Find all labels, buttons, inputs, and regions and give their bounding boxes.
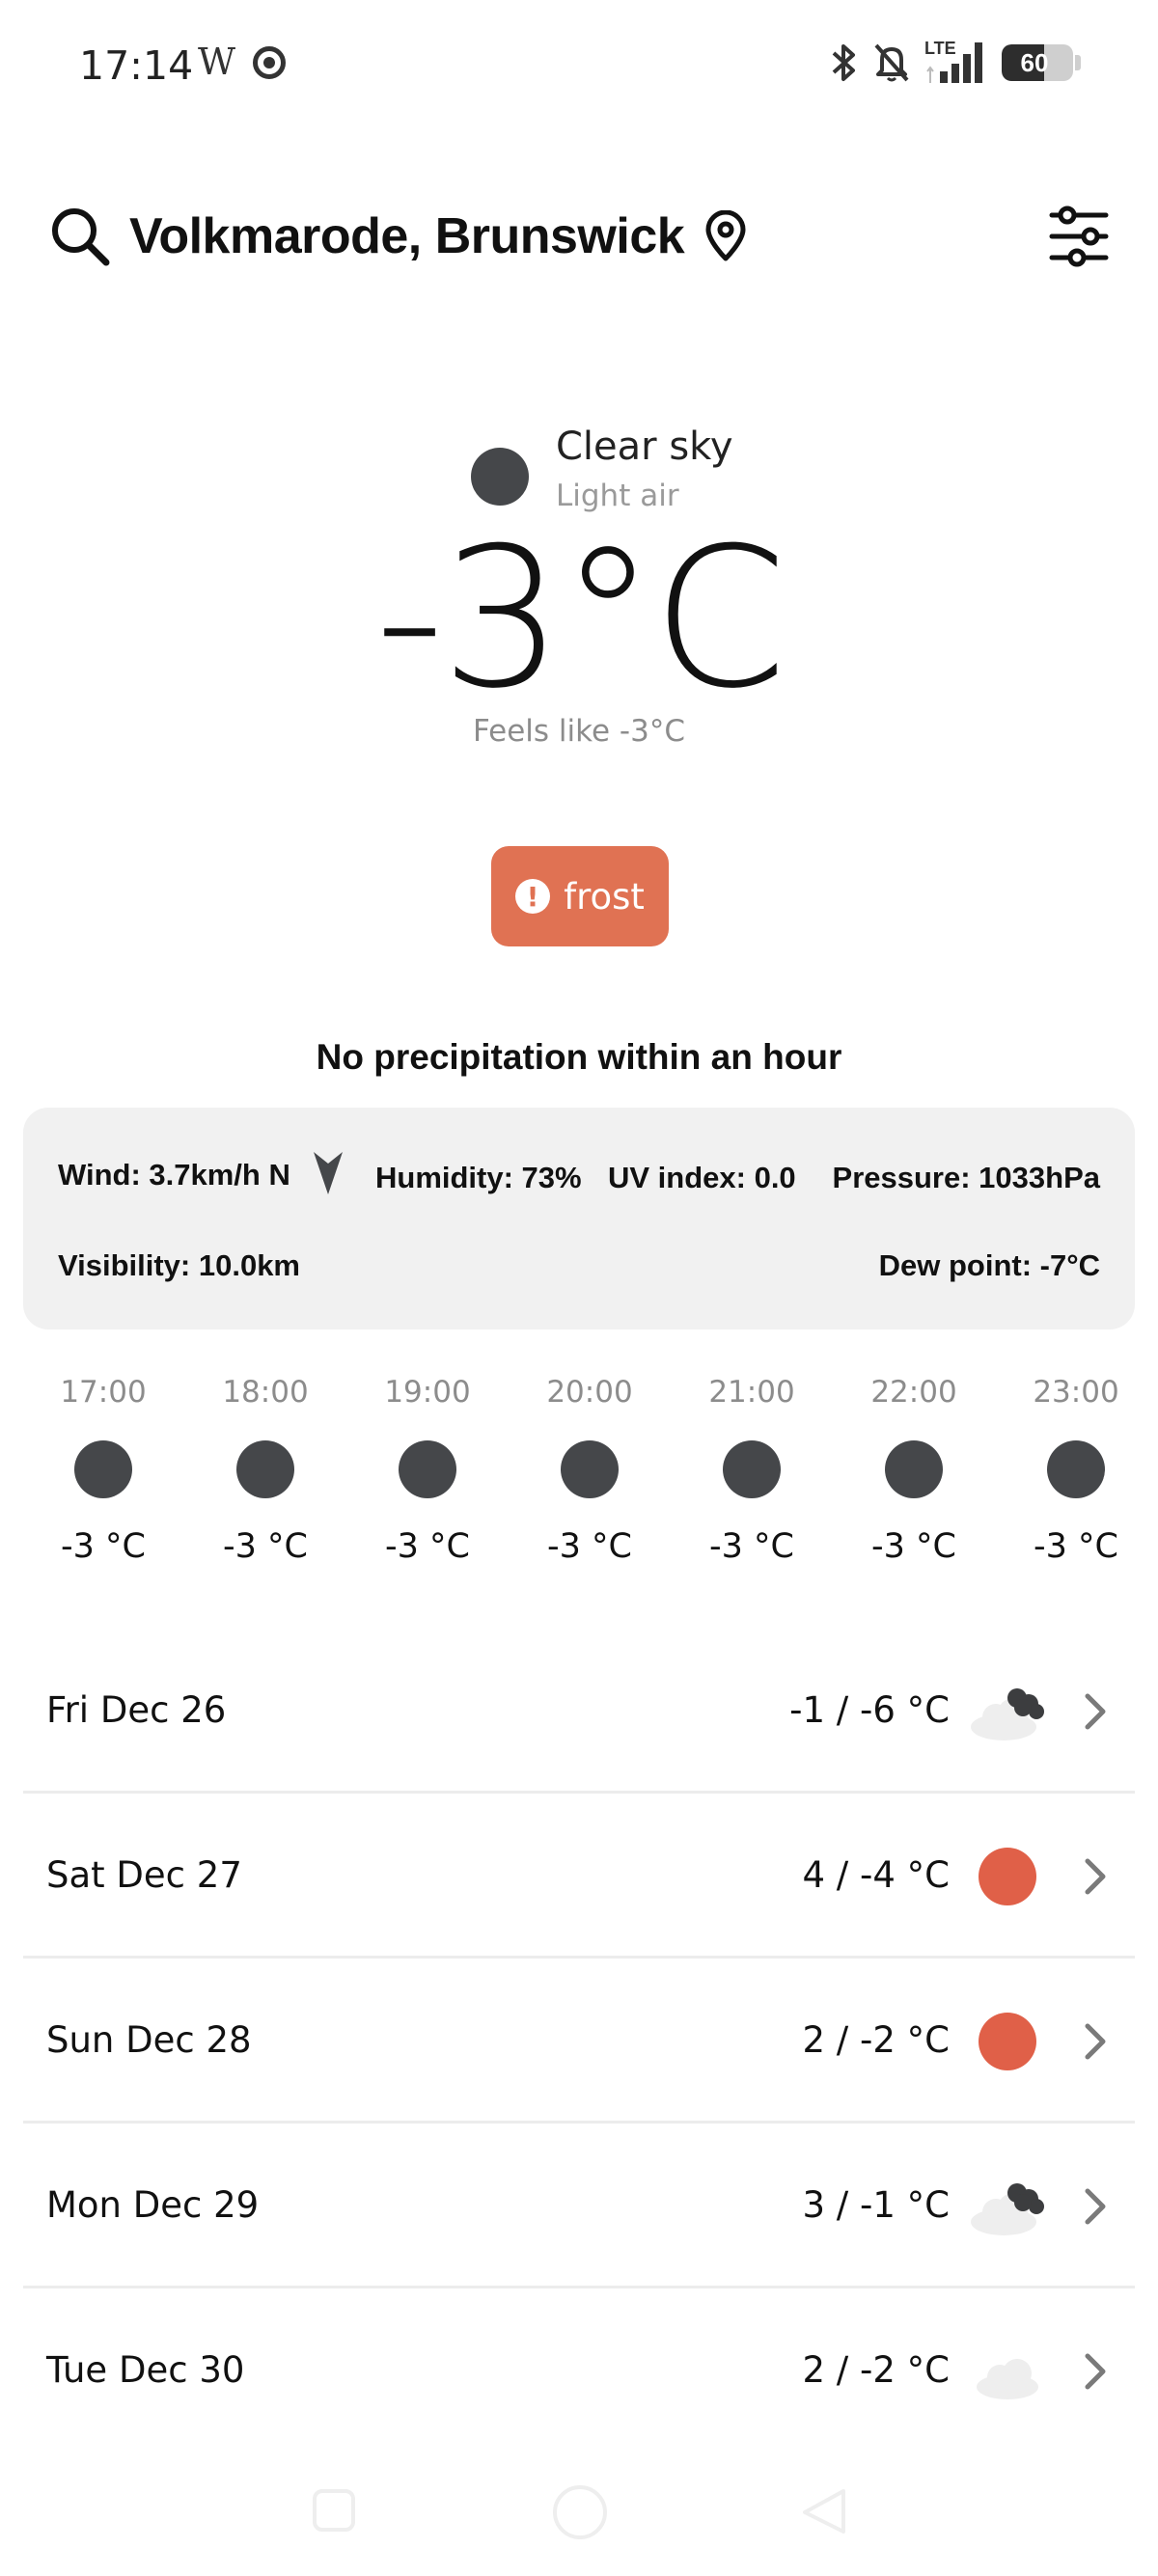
- humidity-detail: Humidity: 73%: [375, 1161, 582, 1194]
- cloud-light-icon: [977, 2359, 1038, 2399]
- hour-time: 22:00: [870, 1375, 957, 1410]
- day-temp: 2 / -2 °C: [802, 2019, 950, 2061]
- day-name: Sat Dec 27: [46, 1854, 242, 1896]
- hour-item: 19:00 -3 °C: [355, 1375, 500, 1566]
- daily-forecast: Fri Dec 26 -1 / -6 °C Sat Dec 27 4 / -4 …: [23, 1629, 1135, 2453]
- alert-label: frost: [564, 875, 645, 918]
- hour-time: 17:00: [60, 1375, 147, 1410]
- day-temp: -1 / -6 °C: [789, 1689, 950, 1731]
- signal-icon: LTE: [924, 39, 988, 87]
- cloud-dark-icon: [971, 2183, 1044, 2235]
- day-name: Fri Dec 26: [46, 1689, 227, 1731]
- day-name: Tue Dec 30: [46, 2349, 245, 2391]
- battery-icon: 60: [1002, 44, 1073, 81]
- hour-temp: -3 °C: [385, 1527, 470, 1566]
- day-row[interactable]: Mon Dec 29 3 / -1 °C: [23, 2124, 1135, 2288]
- dew-point-detail: Dew point: -7°C: [878, 1248, 1100, 1282]
- record-icon: [253, 46, 286, 79]
- hour-temp: -3 °C: [223, 1527, 308, 1566]
- condition-text: Clear sky Light air: [556, 425, 733, 513]
- chevron-right-icon: [1085, 1858, 1106, 1895]
- day-row[interactable]: Sat Dec 27 4 / -4 °C: [23, 1794, 1135, 1959]
- clear-sky-icon: [723, 1440, 781, 1498]
- chevron-right-icon: [1085, 2188, 1106, 2225]
- hour-temp: -3 °C: [1034, 1527, 1118, 1566]
- hour-item: 23:00 -3 °C: [1004, 1375, 1148, 1566]
- clear-sky-icon: [885, 1440, 943, 1498]
- hour-item: 20:00 -3 °C: [517, 1375, 662, 1566]
- day-row[interactable]: Sun Dec 28 2 / -2 °C: [23, 1959, 1135, 2124]
- location-pin-icon[interactable]: [703, 210, 748, 262]
- status-time: 17:14: [79, 42, 194, 89]
- hour-item: 22:00 -3 °C: [841, 1375, 986, 1566]
- pressure-detail: Pressure: 1033hPa: [832, 1161, 1100, 1194]
- clear-sky-icon: [236, 1440, 294, 1498]
- day-name: Mon Dec 29: [46, 2184, 260, 2226]
- back-button[interactable]: [799, 2487, 849, 2535]
- sun-icon: [969, 1844, 1046, 1911]
- clear-sky-icon: [74, 1440, 132, 1498]
- cloud-dark-icon: [971, 1688, 1044, 1740]
- hour-time: 23:00: [1033, 1375, 1119, 1410]
- bluetooth-icon: [832, 44, 855, 81]
- wind-detail: Wind: 3.7km/h N: [58, 1152, 345, 1196]
- wind-direction-icon: [314, 1152, 344, 1194]
- day-row[interactable]: Tue Dec 30 2 / -2 °C: [23, 2288, 1135, 2453]
- day-row[interactable]: Fri Dec 26 -1 / -6 °C: [23, 1629, 1135, 1794]
- hour-time: 21:00: [708, 1375, 795, 1410]
- wind-label: Wind: 3.7km/h N: [58, 1158, 290, 1192]
- visibility-detail: Visibility: 10.0km: [58, 1248, 300, 1282]
- hourly-forecast: 17:00 -3 °C 18:00 -3 °C 19:00 -3 °C 20:0…: [0, 1375, 1158, 1587]
- feels-like: Feels like -3°C: [473, 714, 685, 749]
- sun-icon: [969, 2009, 1046, 2076]
- system-navigation-bar: [0, 2470, 1158, 2547]
- hour-item: 21:00 -3 °C: [679, 1375, 824, 1566]
- hour-temp: -3 °C: [871, 1527, 956, 1566]
- hour-time: 19:00: [384, 1375, 471, 1410]
- hour-item: 18:00 -3 °C: [193, 1375, 338, 1566]
- frost-alert-button[interactable]: ! frost: [491, 846, 669, 946]
- home-button[interactable]: [551, 2483, 609, 2541]
- recents-button[interactable]: [311, 2487, 357, 2534]
- clear-sky-icon: [399, 1440, 456, 1498]
- settings-sliders-icon[interactable]: [1048, 206, 1110, 267]
- clear-sky-icon: [471, 448, 529, 506]
- location-title[interactable]: Volkmarode, Brunswick: [129, 207, 685, 265]
- current-temperature: -3°C: [374, 507, 786, 731]
- search-icon[interactable]: [48, 205, 112, 268]
- status-icons: LTE 60: [830, 39, 1081, 87]
- battery-level: 60: [1020, 48, 1049, 77]
- day-temp: 4 / -4 °C: [802, 1854, 950, 1896]
- precipitation-status: No precipitation within an hour: [316, 1037, 842, 1077]
- battery-cap: [1075, 55, 1081, 70]
- w-app-icon: W: [198, 41, 236, 83]
- day-temp: 2 / -2 °C: [802, 2349, 950, 2391]
- hour-time: 20:00: [546, 1375, 633, 1410]
- hour-temp: -3 °C: [547, 1527, 632, 1566]
- condition-label: Clear sky: [556, 425, 733, 469]
- condition-row: Clear sky Light air: [471, 425, 733, 513]
- hour-item: 17:00 -3 °C: [31, 1375, 176, 1566]
- hour-temp: -3 °C: [709, 1527, 794, 1566]
- chevron-right-icon: [1085, 2023, 1106, 2060]
- chevron-right-icon: [1085, 1693, 1106, 1730]
- details-card: Wind: 3.7km/h N Humidity: 73% UV index: …: [23, 1108, 1135, 1329]
- header: Volkmarode, Brunswick: [48, 188, 1110, 285]
- uv-detail: UV index: 0.0: [608, 1161, 796, 1194]
- status-bar: 17:14 W LTE 60: [0, 0, 1158, 135]
- chevron-right-icon: [1085, 2353, 1106, 2390]
- hour-temp: -3 °C: [61, 1527, 146, 1566]
- bell-muted-icon: [874, 43, 909, 82]
- day-name: Sun Dec 28: [46, 2019, 252, 2061]
- hour-time: 18:00: [222, 1375, 309, 1410]
- clear-sky-icon: [561, 1440, 619, 1498]
- warning-icon: !: [515, 879, 551, 914]
- day-temp: 3 / -1 °C: [802, 2184, 950, 2226]
- clear-sky-icon: [1047, 1440, 1105, 1498]
